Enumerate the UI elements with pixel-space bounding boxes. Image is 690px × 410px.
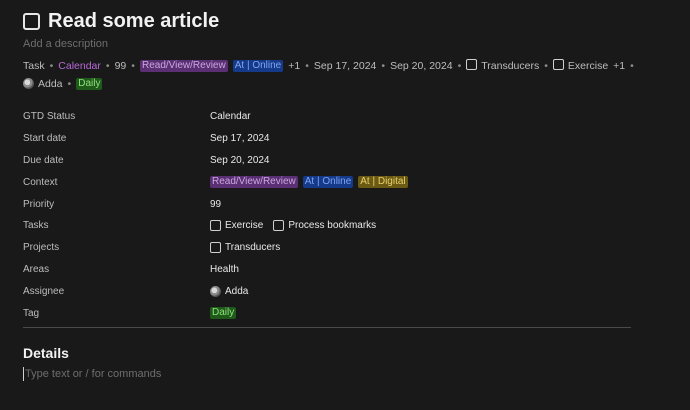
task-label: Process bookmarks — [288, 220, 377, 232]
property-row-gtd-status: GTD Status Calendar — [23, 106, 633, 128]
task-link[interactable]: Process bookmarks — [273, 220, 377, 232]
task-link[interactable]: Exercise — [210, 220, 264, 232]
property-label: Tasks — [23, 220, 49, 232]
property-row-due-date: Due date Sep 20, 2024 — [23, 150, 633, 172]
priority-value[interactable]: 99 — [210, 199, 221, 210]
property-row-projects: Projects Transducers — [23, 237, 633, 259]
project-link[interactable]: Transducers — [210, 242, 281, 254]
property-label: Assignee — [23, 285, 65, 297]
project-label: Transducers — [225, 242, 281, 254]
property-label: Tag — [23, 307, 40, 319]
separator-dot: • — [67, 78, 72, 90]
summary-task-more[interactable]: +1 — [613, 57, 625, 75]
separator-dot: • — [457, 60, 462, 72]
property-label: Start date — [23, 133, 67, 145]
avatar-icon — [210, 285, 221, 297]
start-date-value[interactable]: Sep 17, 2024 — [210, 133, 270, 144]
context-value[interactable]: Read/View/Review At | Online At | Digita… — [210, 176, 413, 189]
avatar-icon — [23, 78, 34, 89]
summary-task-label: Exercise — [567, 60, 609, 72]
task-done-checkbox[interactable] — [23, 13, 40, 30]
summary-bar: Task • Calendar • 99 • Read/View/Review … — [23, 57, 663, 93]
description-placeholder[interactable]: Add a description — [23, 38, 108, 50]
summary-project-label: Transducers — [481, 60, 540, 72]
checkbox-icon[interactable] — [273, 220, 285, 232]
summary-task[interactable]: Exercise — [552, 57, 609, 75]
property-label: Context — [23, 176, 58, 188]
details-heading: Details — [23, 345, 69, 361]
summary-project[interactable]: Transducers — [466, 57, 539, 75]
property-row-assignee: Assignee Adda — [23, 280, 633, 302]
summary-context-tag[interactable]: At | Online — [232, 60, 284, 72]
property-row-priority: Priority 99 — [23, 193, 633, 215]
projects-value: Transducers — [210, 242, 290, 254]
title-row: Read some article — [23, 10, 219, 33]
property-row-tasks: Tasks Exercise Process bookmarks — [23, 215, 633, 237]
context-tag[interactable]: Read/View/Review — [210, 176, 298, 189]
task-label: Exercise — [225, 220, 264, 232]
separator-dot: • — [305, 60, 309, 72]
divider — [23, 327, 631, 328]
page-title[interactable]: Read some article — [48, 10, 219, 33]
checkbox-icon[interactable] — [210, 220, 221, 232]
areas-value[interactable]: Health — [210, 264, 239, 275]
property-label: Areas — [23, 263, 50, 275]
summary-priority[interactable]: 99 — [115, 57, 127, 75]
tag-chip[interactable]: Daily — [210, 307, 237, 320]
property-label: Projects — [23, 242, 60, 254]
separator-dot: • — [544, 60, 548, 72]
summary-assignee-label: Adda — [38, 78, 63, 90]
checkbox-icon — [552, 59, 564, 70]
separator-dot: • — [49, 60, 54, 72]
gtd-status-value[interactable]: Calendar — [210, 111, 251, 122]
tag-value[interactable]: Daily — [210, 307, 241, 320]
context-tag[interactable]: At | Digital — [358, 176, 408, 189]
separator-dot: • — [381, 60, 386, 72]
due-date-value[interactable]: Sep 20, 2024 — [210, 155, 270, 166]
context-tag[interactable]: At | Online — [302, 176, 354, 189]
summary-due-date[interactable]: Sep 20, 2024 — [390, 57, 452, 75]
details-editor-input[interactable]: Type text or / for commands — [23, 367, 325, 381]
summary-type: Task — [23, 60, 45, 72]
property-row-areas: Areas Health — [23, 259, 633, 281]
property-label: Due date — [23, 154, 64, 166]
properties-table: GTD Status Calendar Start date Sep 17, 2… — [23, 106, 633, 324]
summary-start-date[interactable]: Sep 17, 2024 — [314, 57, 376, 75]
checkbox-icon — [466, 59, 478, 70]
summary-assignee[interactable]: Adda — [23, 75, 63, 93]
property-label: GTD Status — [23, 111, 76, 123]
summary-tag[interactable]: Daily — [76, 78, 103, 90]
separator-dot: • — [105, 60, 110, 72]
assignee-name: Adda — [225, 285, 249, 297]
separator-dot: • — [630, 60, 634, 72]
tasks-value: Exercise Process bookmarks — [210, 220, 386, 232]
assignee-value[interactable]: Adda — [210, 285, 249, 297]
separator-dot: • — [131, 60, 135, 72]
property-label: Priority — [23, 198, 55, 210]
summary-context-tag[interactable]: Read/View/Review — [139, 60, 228, 72]
summary-context-more[interactable]: +1 — [288, 57, 300, 75]
checkbox-icon[interactable] — [210, 242, 221, 254]
summary-status[interactable]: Calendar — [58, 57, 101, 75]
property-row-context: Context Read/View/Review At | Online At … — [23, 171, 633, 193]
property-row-tag: Tag Daily — [23, 302, 633, 324]
property-row-start-date: Start date Sep 17, 2024 — [23, 128, 633, 150]
